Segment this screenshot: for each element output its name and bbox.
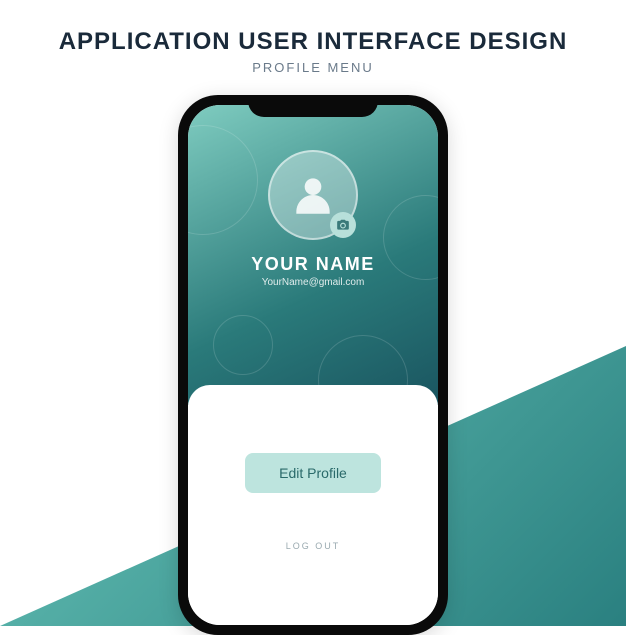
camera-icon [336,218,350,232]
phone-screen: YOUR NAME YourName@gmail.com Edit Profil… [188,105,438,625]
edit-profile-button[interactable]: Edit Profile [245,453,381,493]
phone-notch [248,95,378,117]
page-subtitle: PROFILE MENU [0,60,626,75]
phone-frame: YOUR NAME YourName@gmail.com Edit Profil… [178,95,448,635]
user-email: YourName@gmail.com [262,277,365,288]
logout-link[interactable]: LOG OUT [286,541,341,551]
person-icon [288,170,338,220]
decorative-circle [213,315,273,375]
avatar-container[interactable] [268,150,358,240]
decorative-circle [383,195,438,280]
bottom-card: Edit Profile LOG OUT [188,385,438,625]
page-title: APPLICATION USER INTERFACE DESIGN [0,0,626,56]
decorative-circle [188,125,258,235]
camera-badge[interactable] [330,212,356,238]
user-name: YOUR NAME [251,254,375,275]
profile-header: YOUR NAME YourName@gmail.com [188,105,438,405]
